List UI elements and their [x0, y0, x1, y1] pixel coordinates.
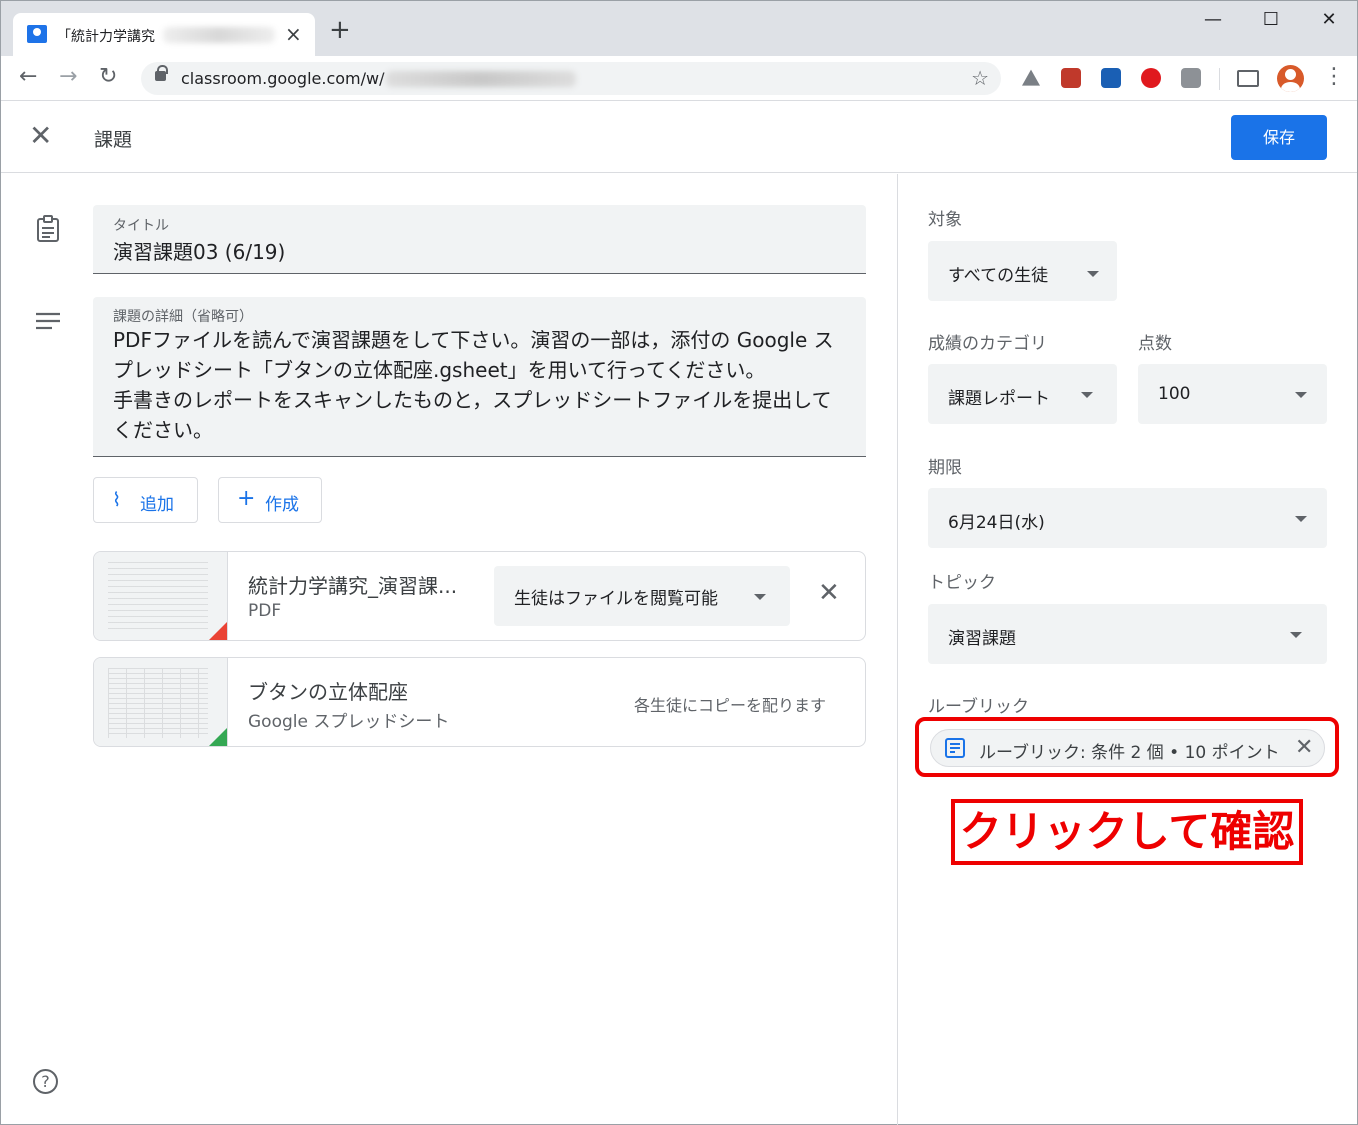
lock-extension-icon[interactable] — [1101, 68, 1121, 88]
topic-dropdown[interactable]: 演習課題 — [928, 604, 1327, 664]
chevron-down-icon — [754, 594, 766, 600]
new-tab-button[interactable]: + — [329, 17, 351, 43]
rubric-label: ルーブリック — [928, 697, 1029, 717]
title-field-value: 演習課題03 (6/19) — [113, 240, 286, 264]
tab-title: 「統計力学講究 — [57, 29, 155, 45]
annotation-callout: クリックして確認 — [951, 799, 1303, 865]
paperclip-icon: ⌇ — [112, 489, 122, 511]
attachment-type: Google スプレッドシート — [248, 712, 450, 732]
create-button-label: 作成 — [265, 495, 299, 515]
page-title: 課題 — [94, 129, 133, 151]
details-line: ください。 — [113, 418, 213, 442]
add-attachment-button[interactable]: ⌇ 追加 — [93, 477, 198, 523]
attachment-card-sheet[interactable]: ブタンの立体配座 Google スプレッドシート 各生徒にコピーを配ります — [93, 657, 866, 747]
maximize-button[interactable]: ☐ — [1256, 9, 1286, 30]
close-icon[interactable]: ✕ — [29, 121, 52, 151]
chevron-down-icon — [1295, 516, 1307, 522]
chevron-down-icon — [1295, 392, 1307, 398]
back-button[interactable]: ← — [19, 64, 37, 89]
chevron-down-icon — [1081, 392, 1093, 398]
bookmark-star-icon[interactable]: ☆ — [971, 66, 989, 90]
minimize-button[interactable]: — — [1198, 9, 1228, 30]
permission-value: 生徒はファイルを閲覧可能 — [514, 589, 718, 609]
topic-value: 演習課題 — [948, 629, 1016, 649]
url-text: classroom.google.com/w/ — [181, 69, 385, 88]
assignment-header: ✕ 課題 保存 — [1, 101, 1357, 173]
chevron-down-icon — [1290, 632, 1302, 638]
points-value: 100 — [1158, 384, 1191, 404]
points-dropdown[interactable]: 100 — [1138, 364, 1327, 424]
redacted-text — [163, 27, 275, 43]
due-value: 6月24日(水) — [948, 513, 1045, 533]
drive-extension-icon[interactable] — [1022, 69, 1040, 86]
plus-icon: + — [237, 486, 256, 511]
highlight-box — [915, 717, 1339, 777]
points-label: 点数 — [1138, 334, 1172, 354]
attachment-type: PDF — [248, 601, 282, 621]
category-value: 課題レポート — [948, 389, 1050, 409]
for-dropdown[interactable]: すべての生徒 — [928, 241, 1117, 301]
sheet-thumbnail — [94, 658, 228, 746]
title-field-label: タイトル — [113, 218, 169, 234]
security-extension-icon[interactable] — [1141, 68, 1161, 88]
for-value: すべての生徒 — [948, 266, 1049, 286]
details-line: プレッドシート「ブタンの立体配座.gsheet」を用いて行ってください。 — [113, 358, 766, 382]
chevron-down-icon — [1087, 271, 1099, 277]
description-icon — [36, 312, 60, 330]
due-label: 期限 — [928, 458, 962, 478]
category-dropdown[interactable]: 課題レポート — [928, 364, 1117, 424]
classroom-favicon-icon — [27, 25, 47, 43]
add-button-label: 追加 — [140, 495, 174, 515]
cast-icon[interactable] — [1237, 70, 1259, 87]
assignment-icon — [37, 215, 59, 242]
browser-menu-icon[interactable]: ⋮ — [1323, 64, 1345, 89]
attachment-card-pdf[interactable]: 統計力学講究_演習課... PDF 生徒はファイルを閲覧可能 ✕ — [93, 551, 866, 641]
pdf-thumbnail — [94, 552, 228, 640]
attachment-title[interactable]: 統計力学講究_演習課... — [248, 570, 457, 599]
sheets-corner-icon — [207, 728, 227, 746]
attachment-title[interactable]: ブタンの立体配座 — [248, 676, 408, 705]
lock-icon — [155, 65, 168, 81]
profile-avatar[interactable] — [1277, 65, 1304, 92]
address-bar[interactable]: classroom.google.com/w/ ☆ — [141, 62, 1001, 95]
browser-tab[interactable]: 「統計力学講究 × — [13, 13, 315, 56]
details-field-value: PDFファイルを読んで演習課題をして下さい。演習の一部は，添付の Google … — [113, 325, 853, 445]
save-button[interactable]: 保存 — [1231, 115, 1327, 160]
forward-button[interactable]: → — [59, 64, 77, 89]
due-dropdown[interactable]: 6月24日(水) — [928, 488, 1327, 548]
window-close-button[interactable]: ✕ — [1314, 9, 1344, 30]
tab-strip: 「統計力学講究 × + — ☐ ✕ — [1, 1, 1357, 56]
browser-toolbar: ← → ↻ classroom.google.com/w/ ☆ ⋮ — [1, 56, 1357, 101]
copy-mode-text[interactable]: 各生徒にコピーを配ります — [634, 692, 826, 716]
chat-extension-icon[interactable] — [1181, 68, 1201, 88]
redacted-url — [386, 71, 576, 87]
details-line: 手書きのレポートをスキャンしたものと，スプレッドシートファイルを提出して — [113, 388, 832, 412]
reload-button[interactable]: ↻ — [99, 64, 117, 89]
topic-label: トピック — [928, 573, 996, 593]
remove-attachment-icon[interactable]: ✕ — [818, 580, 840, 606]
for-label: 対象 — [928, 210, 962, 230]
browser-window: 「統計力学講究 × + — ☐ ✕ ← → ↻ classroom.google… — [0, 0, 1358, 1125]
category-label: 成績のカテゴリ — [928, 334, 1047, 354]
title-field[interactable]: タイトル 演習課題03 (6/19) — [93, 205, 866, 274]
tab-close-icon[interactable]: × — [285, 22, 302, 46]
details-field[interactable]: 課題の詳細（省略可） PDFファイルを読んで演習課題をして下さい。演習の一部は，… — [93, 297, 866, 457]
toolbar-divider — [1219, 68, 1220, 90]
pdf-corner-icon — [207, 622, 227, 640]
pdf-extension-icon[interactable] — [1061, 68, 1081, 88]
details-field-label: 課題の詳細（省略可） — [113, 309, 253, 325]
help-icon[interactable]: ? — [33, 1069, 58, 1094]
create-button[interactable]: + 作成 — [218, 477, 322, 523]
permission-dropdown[interactable]: 生徒はファイルを閲覧可能 — [494, 566, 790, 626]
details-line: PDFファイルを読んで演習課題をして下さい。演習の一部は，添付の Google … — [113, 328, 834, 352]
